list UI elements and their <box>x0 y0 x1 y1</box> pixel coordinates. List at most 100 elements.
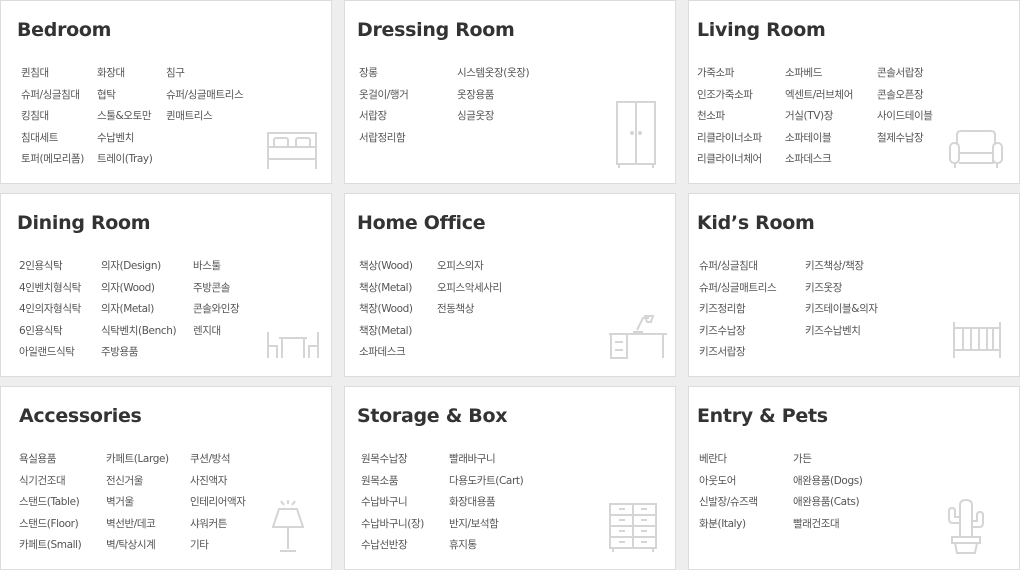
category-link[interactable]: 책상(Wood) <box>359 256 413 278</box>
category-link[interactable]: 철제수납장 <box>877 128 933 150</box>
category-link[interactable]: 수납바구니 <box>361 492 424 514</box>
card-title[interactable]: Dining Room <box>17 212 151 234</box>
category-link[interactable]: 의자(Wood) <box>101 278 176 300</box>
category-link[interactable]: 소파테이블 <box>785 128 853 150</box>
card-title[interactable]: Home Office <box>357 212 486 234</box>
category-link[interactable]: 키즈테이블&의자 <box>805 299 878 321</box>
category-link[interactable]: 슈퍼/싱글매트리스 <box>699 278 777 300</box>
category-link[interactable]: 책장(Metal) <box>359 321 413 343</box>
category-link[interactable]: 키즈서랍장 <box>699 342 776 364</box>
category-link[interactable]: 키즈수납벤치 <box>805 321 878 343</box>
category-link[interactable]: 아웃도어 <box>699 471 758 493</box>
category-link[interactable]: 키즈책상/책장 <box>805 256 878 278</box>
category-link[interactable]: 오피스악세사리 <box>437 278 502 300</box>
category-link[interactable]: 콘솔오픈장 <box>877 85 933 107</box>
category-link[interactable]: 애완용품(Dogs) <box>793 471 863 493</box>
category-link[interactable]: 트레이(Tray) <box>97 149 153 171</box>
category-link[interactable]: 스툴&오토만 <box>97 106 152 128</box>
category-link[interactable]: 책장(Wood) <box>359 299 413 321</box>
category-link[interactable]: 토퍼(메모리폼) <box>21 149 84 171</box>
category-link[interactable]: 베란다 <box>699 449 758 471</box>
category-link[interactable]: 콘솔와인장 <box>193 299 240 321</box>
category-link[interactable]: 옷걸이/행거 <box>359 85 409 107</box>
category-link[interactable]: 엑센트/러브체어 <box>785 85 853 107</box>
category-link[interactable]: 스탠드(Table) <box>19 492 81 514</box>
category-link[interactable]: 사진액자 <box>190 471 246 493</box>
category-link[interactable]: 침구 <box>166 63 243 85</box>
category-link[interactable]: 키즈정리함 <box>699 299 776 321</box>
category-link[interactable]: 빨래바구니 <box>449 449 523 471</box>
category-link[interactable]: 빨래건조대 <box>793 514 862 536</box>
category-link[interactable]: 리클라이너체어 <box>697 149 762 171</box>
category-link[interactable]: 슈퍼/싱글침대 <box>21 85 84 107</box>
category-link[interactable]: 신발장/슈즈랙 <box>699 492 758 514</box>
category-link[interactable]: 다용도카트(Cart) <box>449 471 524 493</box>
category-link[interactable]: 싱글옷장 <box>457 106 529 128</box>
category-link[interactable]: 키즈수납장 <box>699 321 776 343</box>
category-link[interactable]: 의자(Design) <box>101 256 176 278</box>
category-link[interactable]: 침대세트 <box>21 128 84 150</box>
category-link[interactable]: 콘솔서랍장 <box>877 63 933 85</box>
category-link[interactable]: 식탁벤치(Bench) <box>101 321 177 343</box>
category-link[interactable]: 전신거울 <box>106 471 169 493</box>
category-link[interactable]: 원목수납장 <box>361 449 424 471</box>
card-title[interactable]: Entry & Pets <box>697 405 828 427</box>
category-link[interactable]: 킹침대 <box>21 106 84 128</box>
category-link[interactable]: 소파데스크 <box>785 149 853 171</box>
category-link[interactable]: 거실(TV)장 <box>785 106 853 128</box>
category-link[interactable]: 식기건조대 <box>19 471 81 493</box>
category-link[interactable]: 서랍정리함 <box>359 128 408 150</box>
category-link[interactable]: 휴지통 <box>449 535 523 557</box>
category-link[interactable]: 샤워커튼 <box>190 514 246 536</box>
category-link[interactable]: 수납바구니(장) <box>361 514 424 536</box>
category-link[interactable]: 4인벤치형식탁 <box>19 278 81 300</box>
category-link[interactable]: 옷장용품 <box>457 85 529 107</box>
card-title[interactable]: Kid’s Room <box>697 212 815 234</box>
category-link[interactable]: 욕실용품 <box>19 449 81 471</box>
category-link[interactable]: 사이드테이블 <box>877 106 933 128</box>
category-link[interactable]: 오피스의자 <box>437 256 502 278</box>
category-link[interactable]: 수납선반장 <box>361 535 424 557</box>
category-link[interactable]: 쿠션/방석 <box>190 449 246 471</box>
category-link[interactable]: 협탁 <box>97 85 152 107</box>
category-link[interactable]: 수납벤치 <box>97 128 152 150</box>
category-link[interactable]: 인조가죽소파 <box>697 85 762 107</box>
category-link[interactable]: 가죽소파 <box>697 63 762 85</box>
category-link[interactable]: 소파데스크 <box>359 342 413 364</box>
category-link[interactable]: 바스툴 <box>193 256 239 278</box>
category-link[interactable]: 장롱 <box>359 63 408 85</box>
category-link[interactable]: 리클라이너소파 <box>697 128 762 150</box>
category-link[interactable]: 화분(Italy) <box>699 514 758 536</box>
card-title[interactable]: Bedroom <box>17 19 111 41</box>
category-link[interactable]: 천소파 <box>697 106 762 128</box>
category-link[interactable]: 기타 <box>190 535 246 557</box>
card-title[interactable]: Living Room <box>697 19 826 41</box>
category-link[interactable]: 반지/보석함 <box>449 514 523 536</box>
category-link[interactable]: 키즈옷장 <box>805 278 878 300</box>
category-link[interactable]: 전동책상 <box>437 299 502 321</box>
category-link[interactable]: 슈퍼/싱글침대 <box>699 256 776 278</box>
category-link[interactable]: 퀸매트리스 <box>166 106 243 128</box>
category-link[interactable]: 스탠드(Floor) <box>19 514 81 536</box>
category-link[interactable]: 가든 <box>793 449 862 471</box>
category-link[interactable]: 주방콘솔 <box>193 278 239 300</box>
card-title[interactable]: Dressing Room <box>357 19 515 41</box>
category-link[interactable]: 주방용품 <box>101 342 176 364</box>
category-link[interactable]: 퀸침대 <box>21 63 84 85</box>
category-link[interactable]: 벽거울 <box>106 492 169 514</box>
category-link[interactable]: 책상(Metal) <box>359 278 413 300</box>
category-link[interactable]: 화장대용품 <box>449 492 523 514</box>
category-link[interactable]: 시스템옷장(옷장) <box>457 63 530 85</box>
card-title[interactable]: Storage & Box <box>357 405 508 427</box>
category-link[interactable]: 4인의자형식탁 <box>19 299 81 321</box>
card-title[interactable]: Accessories <box>19 405 142 427</box>
category-link[interactable]: 아일랜드식탁 <box>19 342 81 364</box>
category-link[interactable]: 애완용품(Cats) <box>793 492 862 514</box>
category-link[interactable]: 화장대 <box>97 63 152 85</box>
category-link[interactable]: 의자(Metal) <box>101 299 176 321</box>
category-link[interactable]: 벽/탁상시계 <box>106 535 169 557</box>
category-link[interactable]: 소파베드 <box>785 63 853 85</box>
category-link[interactable]: 카페트(Large) <box>106 449 169 471</box>
category-link[interactable]: 서랍장 <box>359 106 408 128</box>
category-link[interactable]: 슈퍼/싱글매트리스 <box>166 85 244 107</box>
